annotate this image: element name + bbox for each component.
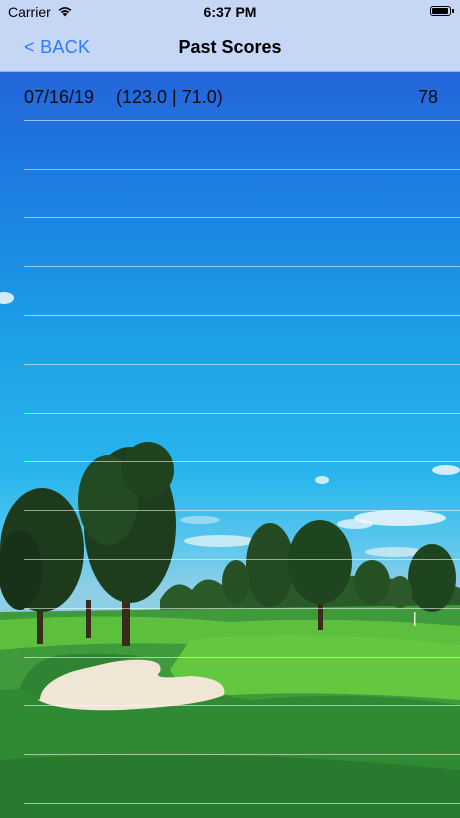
scores-table: 07/16/19 (123.0 | 71.0) 78 [0,72,460,804]
table-row[interactable]: 07/16/19 (123.0 | 71.0) 78 [24,72,460,121]
table-row[interactable] [24,706,460,756]
table-row[interactable] [24,755,460,804]
table-row[interactable] [24,170,460,219]
past-scores-screen: Carrier 6:37 PM < BACK Past Scores 07/16… [0,0,460,818]
table-row[interactable] [24,121,460,170]
table-row[interactable] [24,267,460,316]
table-row[interactable] [24,414,460,463]
battery-icon [430,6,454,16]
battery-level [432,8,448,14]
table-row[interactable] [24,658,460,707]
table-row[interactable] [24,511,460,560]
table-row[interactable] [24,218,460,268]
score-date: 07/16/19 [24,87,95,107]
table-row[interactable] [24,365,460,414]
score-course-rating: (123.0 | 71.0) [116,87,223,107]
table-row[interactable] [24,609,460,658]
page-title: Past Scores [178,37,282,57]
table-row[interactable] [24,462,460,512]
status-bar: Carrier 6:37 PM [0,0,460,24]
score-value: 78 [417,87,438,107]
table-row[interactable] [24,560,460,609]
table-row[interactable] [24,316,460,365]
navigation-bar: < BACK Past Scores [0,24,460,72]
status-time: 6:37 PM [203,4,257,20]
